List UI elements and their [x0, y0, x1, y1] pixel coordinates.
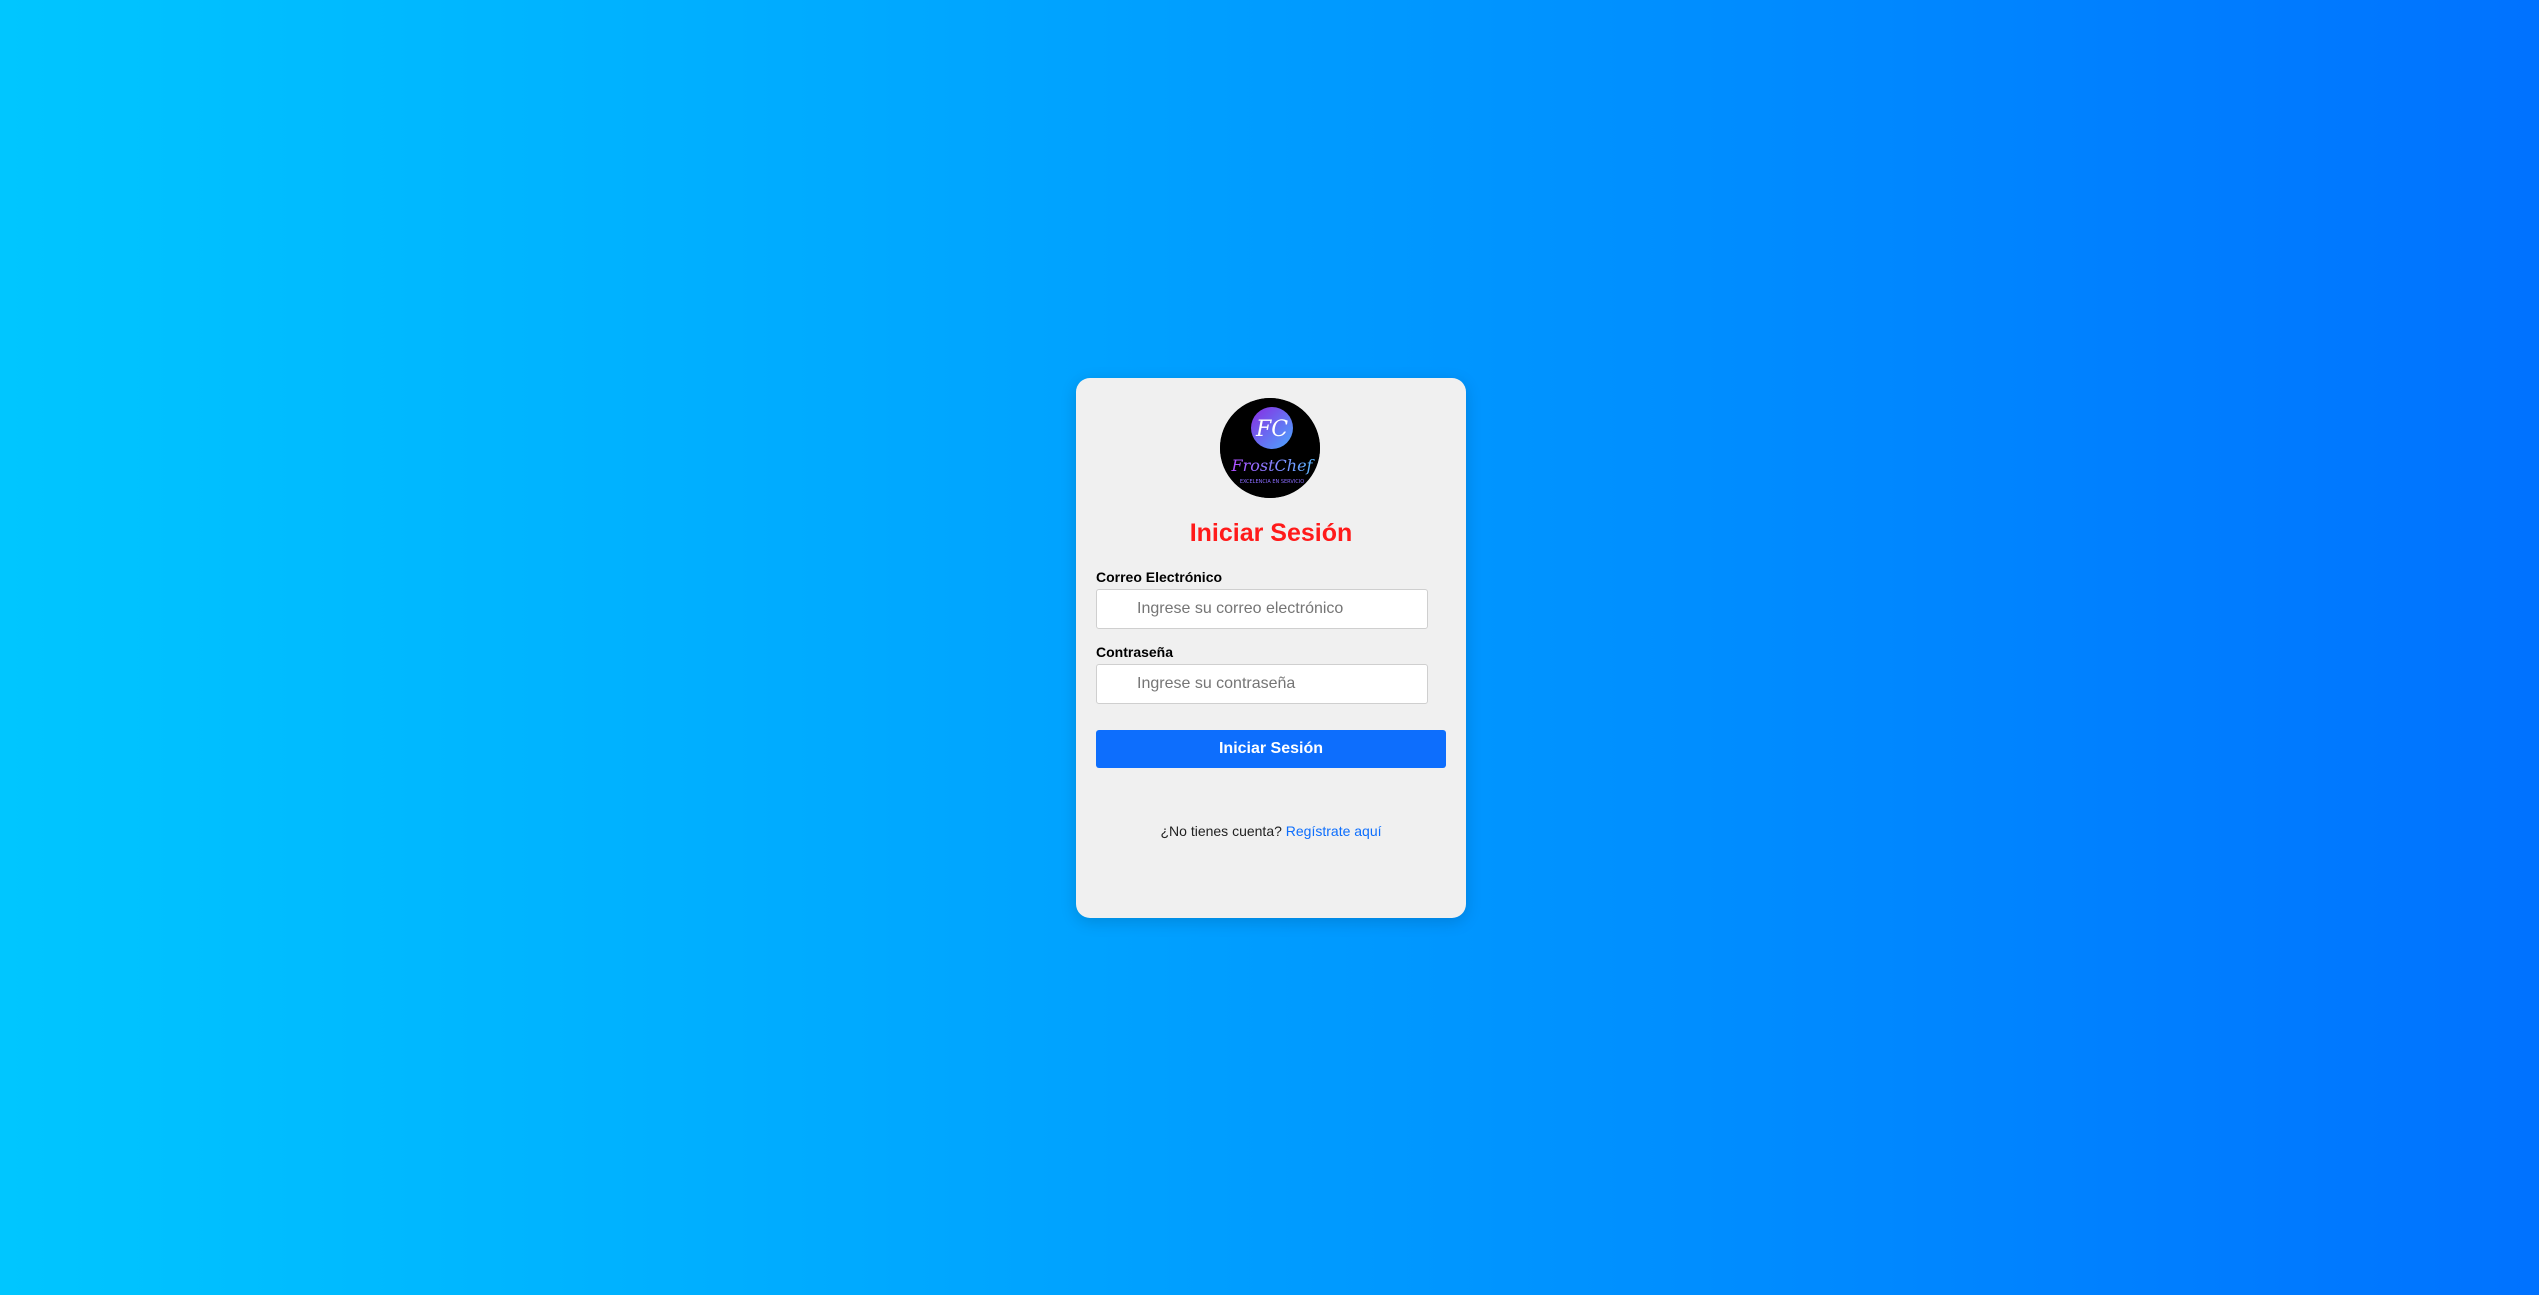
svg-text:FrostChef: FrostChef — [1231, 456, 1316, 475]
signup-prompt-row: ¿No tienes cuenta? Regístrate aquí — [1076, 822, 1466, 840]
login-title: Iniciar Sesión — [1189, 519, 1353, 547]
login-card: FC FrostChef EXCELENCIA EN SERVICIO Inic… — [1076, 378, 1466, 918]
svg-text:FC: FC — [1255, 417, 1288, 442]
email-input[interactable] — [1096, 589, 1428, 629]
password-label: Contraseña — [1096, 644, 1174, 660]
signup-link[interactable]: Regístrate aquí — [1286, 823, 1382, 839]
login-submit-button[interactable]: Iniciar Sesión — [1096, 730, 1446, 768]
email-label: Correo Electrónico — [1096, 569, 1223, 585]
signup-prompt-text: ¿No tienes cuenta? — [1160, 823, 1282, 839]
svg-text:EXCELENCIA EN SERVICIO: EXCELENCIA EN SERVICIO — [1240, 479, 1304, 485]
frostchef-logo: FC FrostChef EXCELENCIA EN SERVICIO — [1220, 398, 1320, 498]
password-input[interactable] — [1096, 664, 1428, 704]
